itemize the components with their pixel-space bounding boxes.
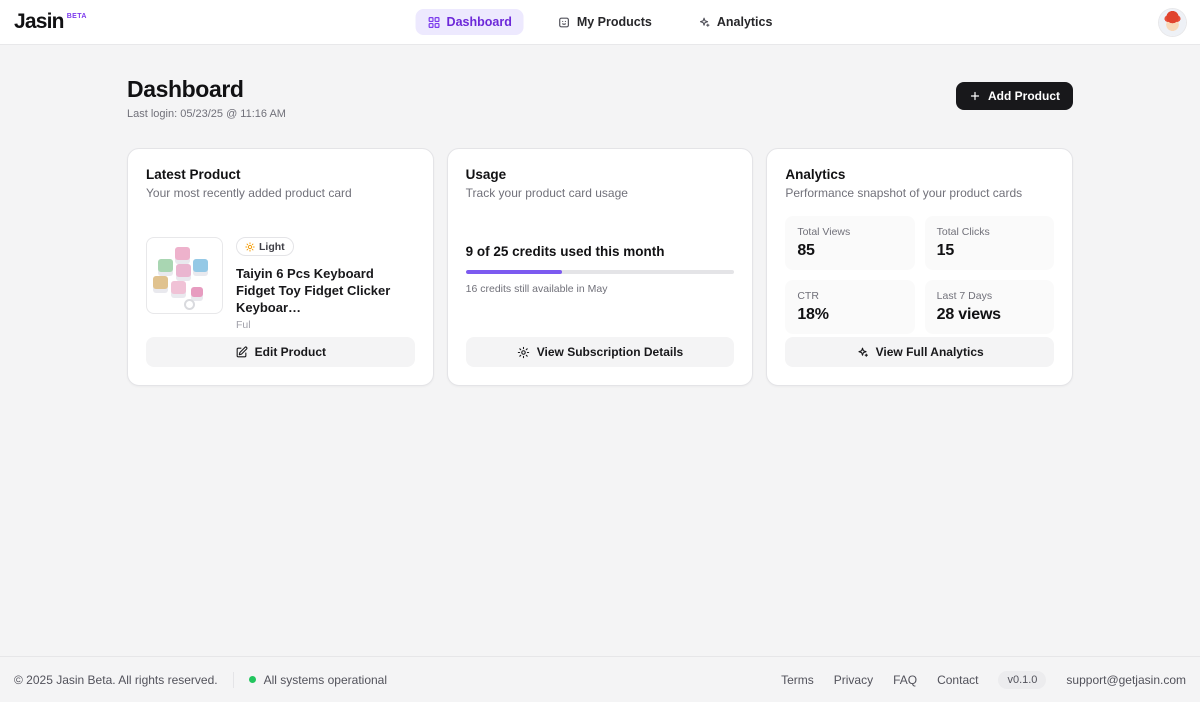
card-title: Usage — [466, 167, 735, 182]
view-subscription-label: View Subscription Details — [537, 345, 683, 359]
footer-divider — [233, 672, 234, 688]
dashboard-cards: Latest Product Your most recently added … — [127, 148, 1073, 386]
credits-used-text: 9 of 25 credits used this month — [466, 244, 735, 259]
latest-product-card: Latest Product Your most recently added … — [127, 148, 434, 386]
credits-available-text: 16 credits still available in May — [466, 283, 735, 295]
stat-label: CTR — [797, 290, 902, 302]
theme-badge: Light — [236, 237, 294, 256]
footer-link-terms[interactable]: Terms — [781, 673, 814, 687]
main-nav: Dashboard My Products Analytics — [416, 0, 785, 44]
stat-value: 85 — [797, 242, 902, 260]
brand-name: Jasin — [14, 10, 64, 34]
footer-link-contact[interactable]: Contact — [937, 673, 978, 687]
gear-icon — [517, 346, 530, 359]
stat-value: 28 views — [937, 306, 1042, 324]
sparkles-icon — [856, 346, 869, 359]
card-subtitle: Track your product card usage — [466, 186, 735, 200]
nav-tab-analytics[interactable]: Analytics — [686, 9, 785, 35]
version-badge: v0.1.0 — [998, 671, 1046, 689]
view-full-analytics-label: View Full Analytics — [876, 345, 984, 359]
product-row: Light Taiyin 6 Pcs Keyboard Fidget Toy F… — [146, 237, 415, 331]
card-subtitle: Your most recently added product card — [146, 186, 415, 200]
sparkles-icon — [698, 16, 711, 29]
theme-badge-label: Light — [259, 241, 285, 253]
usage-progress-fill — [466, 270, 563, 274]
support-email-link[interactable]: support@getjasin.com — [1066, 673, 1186, 687]
stat-tile-total-views: Total Views 85 — [785, 216, 914, 270]
product-thumbnail — [146, 237, 223, 314]
keycap — [153, 276, 168, 289]
analytics-stats-grid: Total Views 85 Total Clicks 15 CTR 18% L… — [785, 216, 1054, 334]
card-subtitle: Performance snapshot of your product car… — [785, 186, 1054, 200]
view-subscription-button[interactable]: View Subscription Details — [466, 337, 735, 367]
usage-progress-bar — [466, 270, 735, 274]
edit-product-button[interactable]: Edit Product — [146, 337, 415, 367]
footer-link-privacy[interactable]: Privacy — [834, 673, 873, 687]
page-title: Dashboard — [127, 76, 286, 103]
keycap — [158, 259, 173, 272]
stat-label: Total Clicks — [937, 226, 1042, 238]
nav-tab-my-products[interactable]: My Products — [546, 9, 664, 35]
keycap — [193, 259, 208, 272]
beta-badge: BETA — [67, 13, 87, 20]
main-content: Dashboard Last login: 05/23/25 @ 11:16 A… — [0, 45, 1200, 656]
keycap — [176, 264, 191, 277]
footer-left: © 2025 Jasin Beta. All rights reserved. … — [14, 672, 387, 688]
add-product-label: Add Product — [988, 89, 1060, 103]
last-login-text: Last login: 05/23/25 @ 11:16 AM — [127, 108, 286, 120]
product-info: Light Taiyin 6 Pcs Keyboard Fidget Toy F… — [236, 237, 402, 331]
keycap-keychain — [191, 287, 203, 297]
stat-tile-last-7-days: Last 7 Days 28 views — [925, 280, 1054, 334]
stat-value: 18% — [797, 306, 902, 324]
nav-tab-label: My Products — [577, 15, 652, 29]
edit-product-label: Edit Product — [255, 345, 326, 359]
user-avatar[interactable] — [1159, 9, 1186, 36]
stat-value: 15 — [937, 242, 1042, 260]
nav-tab-label: Analytics — [717, 15, 773, 29]
card-title: Analytics — [785, 167, 1054, 182]
add-product-button[interactable]: Add Product — [956, 82, 1073, 110]
brand-logo[interactable]: Jasin BETA — [14, 10, 87, 34]
pencil-square-icon — [235, 346, 248, 359]
product-card-icon — [558, 16, 571, 29]
stat-label: Total Views — [797, 226, 902, 238]
copyright-text: © 2025 Jasin Beta. All rights reserved. — [14, 673, 218, 687]
footer: © 2025 Jasin Beta. All rights reserved. … — [0, 656, 1200, 702]
card-title: Latest Product — [146, 167, 415, 182]
keycap — [175, 247, 190, 260]
keycap — [171, 281, 186, 294]
layout-grid-icon — [428, 16, 441, 29]
system-status-text: All systems operational — [264, 673, 387, 687]
usage-card: Usage Track your product card usage 9 of… — [447, 148, 754, 386]
footer-link-faq[interactable]: FAQ — [893, 673, 917, 687]
analytics-card: Analytics Performance snapshot of your p… — [766, 148, 1073, 386]
stat-tile-ctr: CTR 18% — [785, 280, 914, 334]
stat-tile-total-clicks: Total Clicks 15 — [925, 216, 1054, 270]
status-dot — [249, 676, 256, 683]
top-navigation-bar: Jasin BETA Dashboard My Products Analyti… — [0, 0, 1200, 45]
stat-label: Last 7 Days — [937, 290, 1042, 302]
footer-right: Terms Privacy FAQ Contact v0.1.0 support… — [781, 671, 1186, 689]
nav-tab-dashboard[interactable]: Dashboard — [416, 9, 524, 35]
product-name: Taiyin 6 Pcs Keyboard Fidget Toy Fidget … — [236, 265, 402, 316]
plus-icon — [969, 90, 981, 102]
view-full-analytics-button[interactable]: View Full Analytics — [785, 337, 1054, 367]
nav-tab-label: Dashboard — [447, 15, 512, 29]
sun-icon — [245, 242, 255, 252]
page-header: Dashboard Last login: 05/23/25 @ 11:16 A… — [127, 76, 1073, 120]
product-description: Ful — [236, 319, 402, 331]
